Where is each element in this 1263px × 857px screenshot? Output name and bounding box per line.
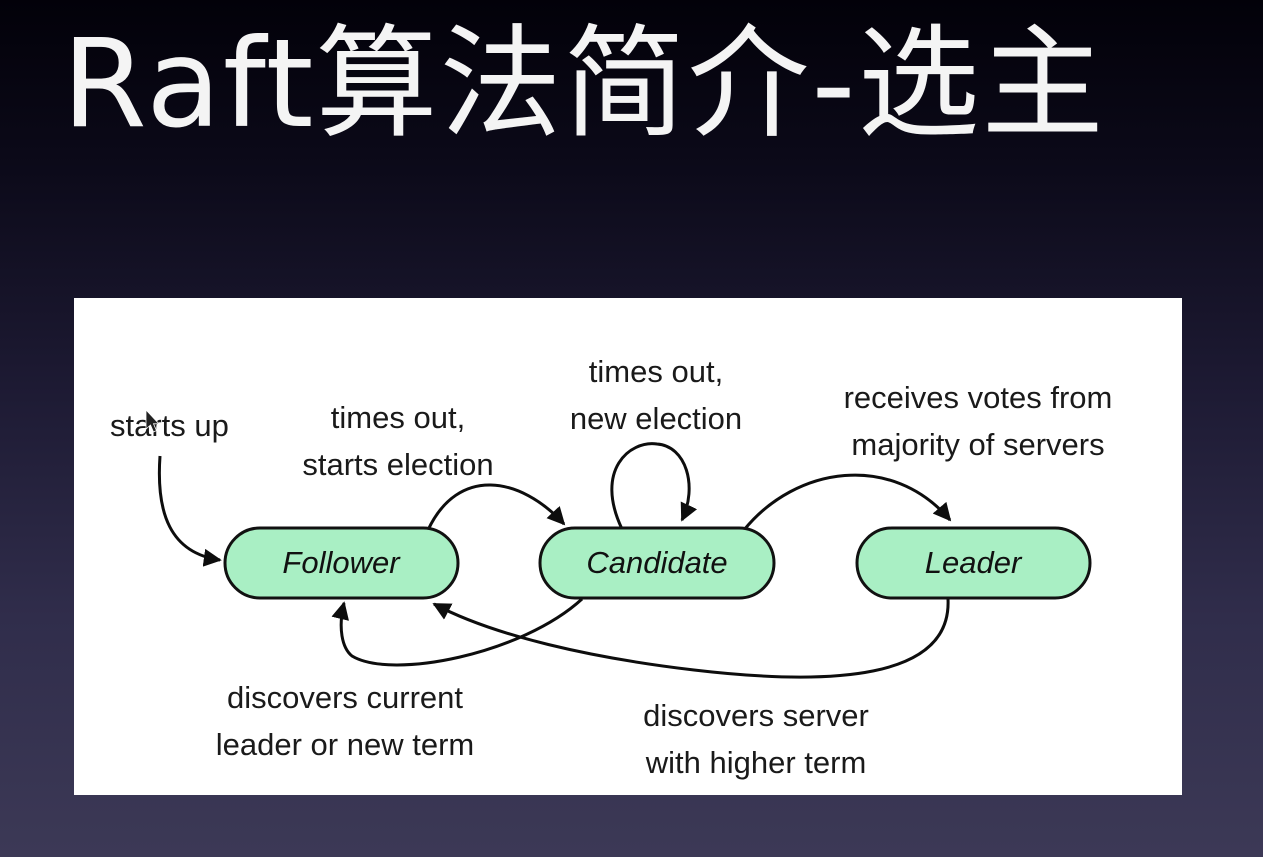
edge-follower-to-candidate <box>426 483 566 531</box>
label-starts-up: starts up <box>110 408 229 443</box>
raft-state-diagram: Follower Candidate Leader starts up time… <box>74 298 1182 795</box>
label-follower-to-candidate-line2: starts election <box>302 447 493 482</box>
state-candidate-label: Candidate <box>586 545 727 580</box>
state-leader-label: Leader <box>925 545 1023 580</box>
label-candidate-to-leader-line2: majority of servers <box>851 427 1104 462</box>
state-follower: Follower <box>223 526 460 600</box>
edge-starts-up <box>157 455 222 567</box>
label-follower-to-candidate-line1: times out, <box>331 400 465 435</box>
label-candidate-to-leader-line1: receives votes from <box>844 380 1113 415</box>
label-candidate-to-follower-line1: discovers current <box>227 680 463 715</box>
label-leader-to-follower-line2: with higher term <box>645 745 867 780</box>
label-candidate-self-line2: new election <box>570 401 742 436</box>
edge-leader-to-follower <box>432 598 950 679</box>
edge-candidate-to-leader <box>742 473 952 531</box>
label-leader-to-follower-line1: discovers server <box>643 698 869 733</box>
state-candidate: Candidate <box>538 526 776 600</box>
edge-candidate-to-follower <box>331 597 584 667</box>
slide-title: Raft算法简介-选主 <box>62 13 1106 155</box>
edge-candidate-self-loop <box>610 442 698 530</box>
diagram-canvas: Follower Candidate Leader starts up time… <box>110 354 1113 780</box>
state-leader: Leader <box>855 526 1092 600</box>
state-follower-label: Follower <box>282 545 401 580</box>
label-candidate-to-follower-line2: leader or new term <box>216 727 474 762</box>
label-candidate-self-line1: times out, <box>589 354 723 389</box>
